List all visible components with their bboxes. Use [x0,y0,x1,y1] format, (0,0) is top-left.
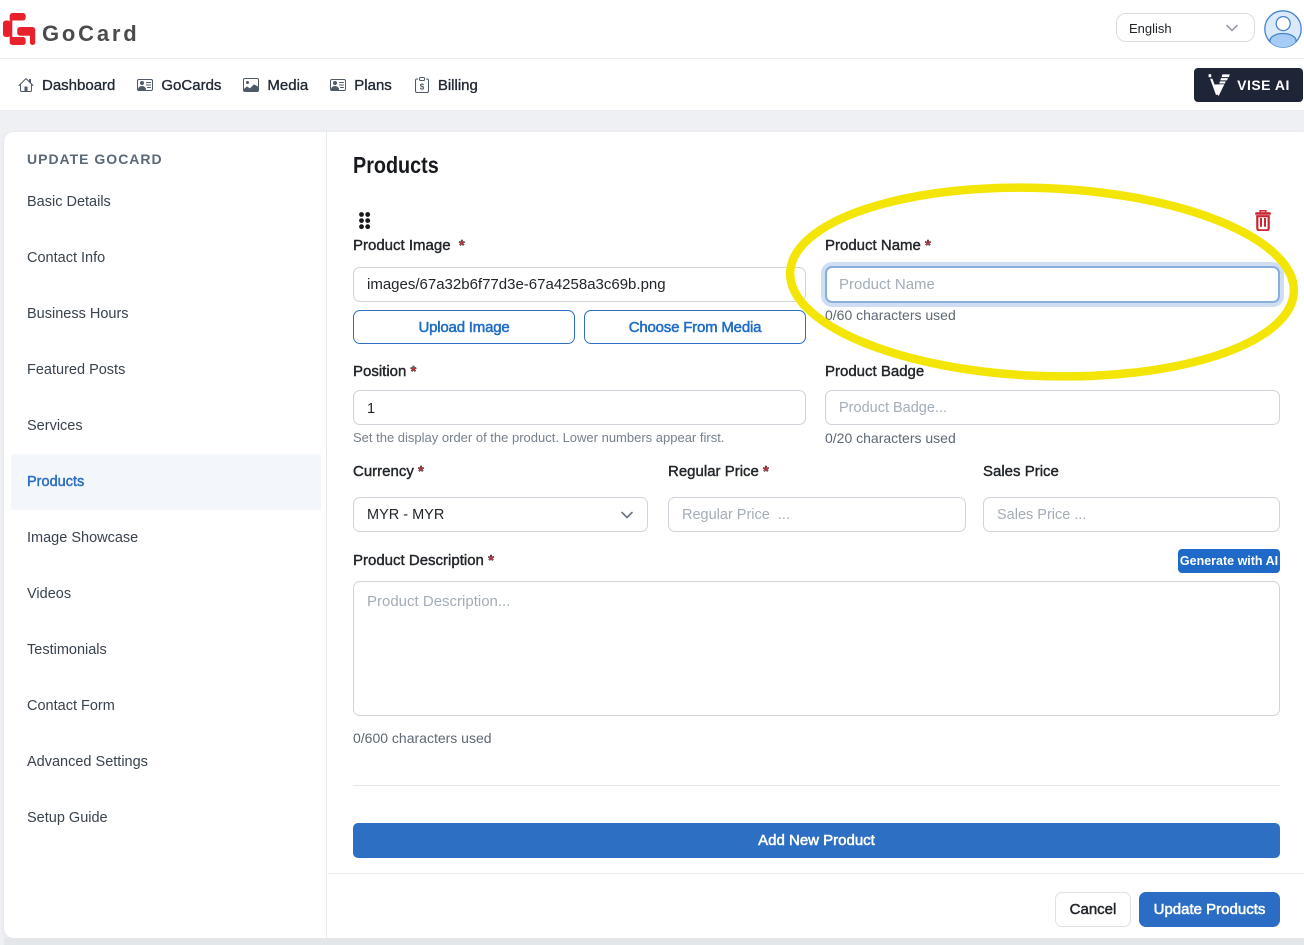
svg-text:$: $ [420,83,425,92]
